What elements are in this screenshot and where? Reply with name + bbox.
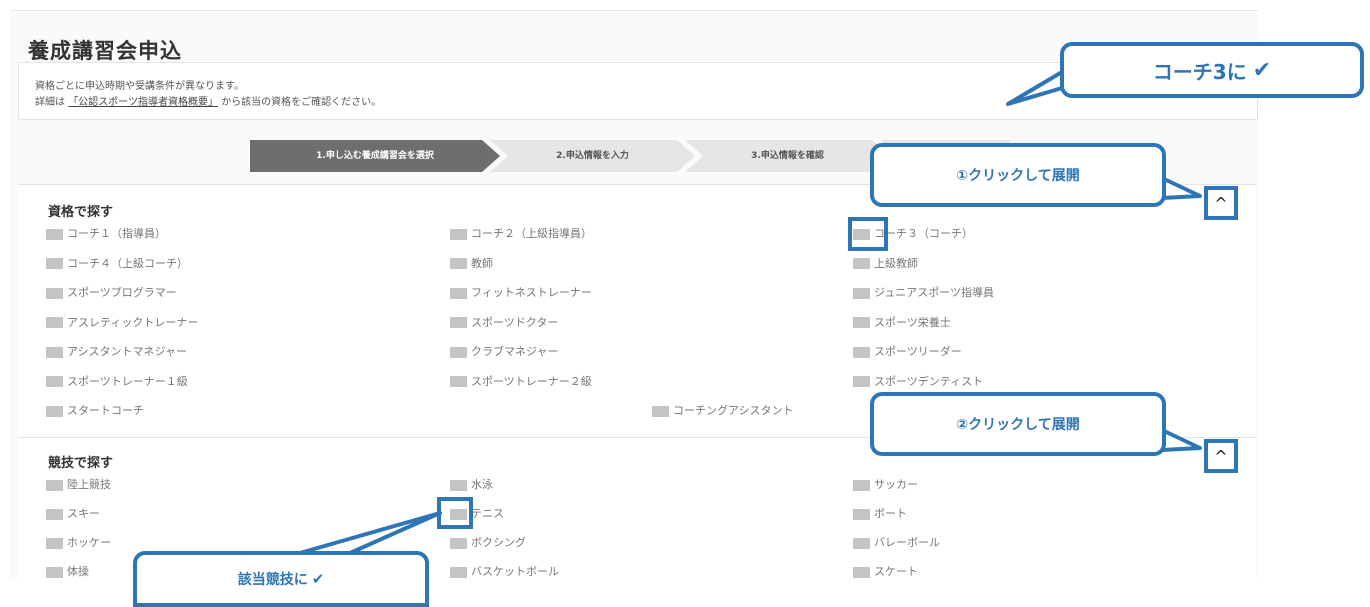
sport-callout-tail bbox=[298, 511, 442, 555]
sport-callout-text: 該当競技に bbox=[237, 572, 308, 588]
expand1-callout-text: ①クリックして展開 bbox=[956, 168, 1080, 184]
coach3-callout-text: コーチ3に bbox=[1152, 59, 1247, 84]
expand2-callout: ②クリックして展開 bbox=[870, 392, 1166, 456]
coach3-callout-tail bbox=[1006, 70, 1064, 106]
checkmark-icon: ✔ bbox=[1252, 57, 1272, 83]
checkmark-icon: ✔ bbox=[311, 570, 325, 588]
coach3-callout: コーチ3に ✔ bbox=[1060, 42, 1364, 98]
expand1-callout-tail bbox=[1160, 176, 1202, 200]
expand2-callout-tail bbox=[1160, 428, 1202, 452]
expand2-callout-text: ②クリックして展開 bbox=[956, 417, 1080, 433]
sport-callout: 該当競技に ✔ bbox=[133, 551, 429, 607]
expand1-callout: ①クリックして展開 bbox=[870, 143, 1166, 207]
